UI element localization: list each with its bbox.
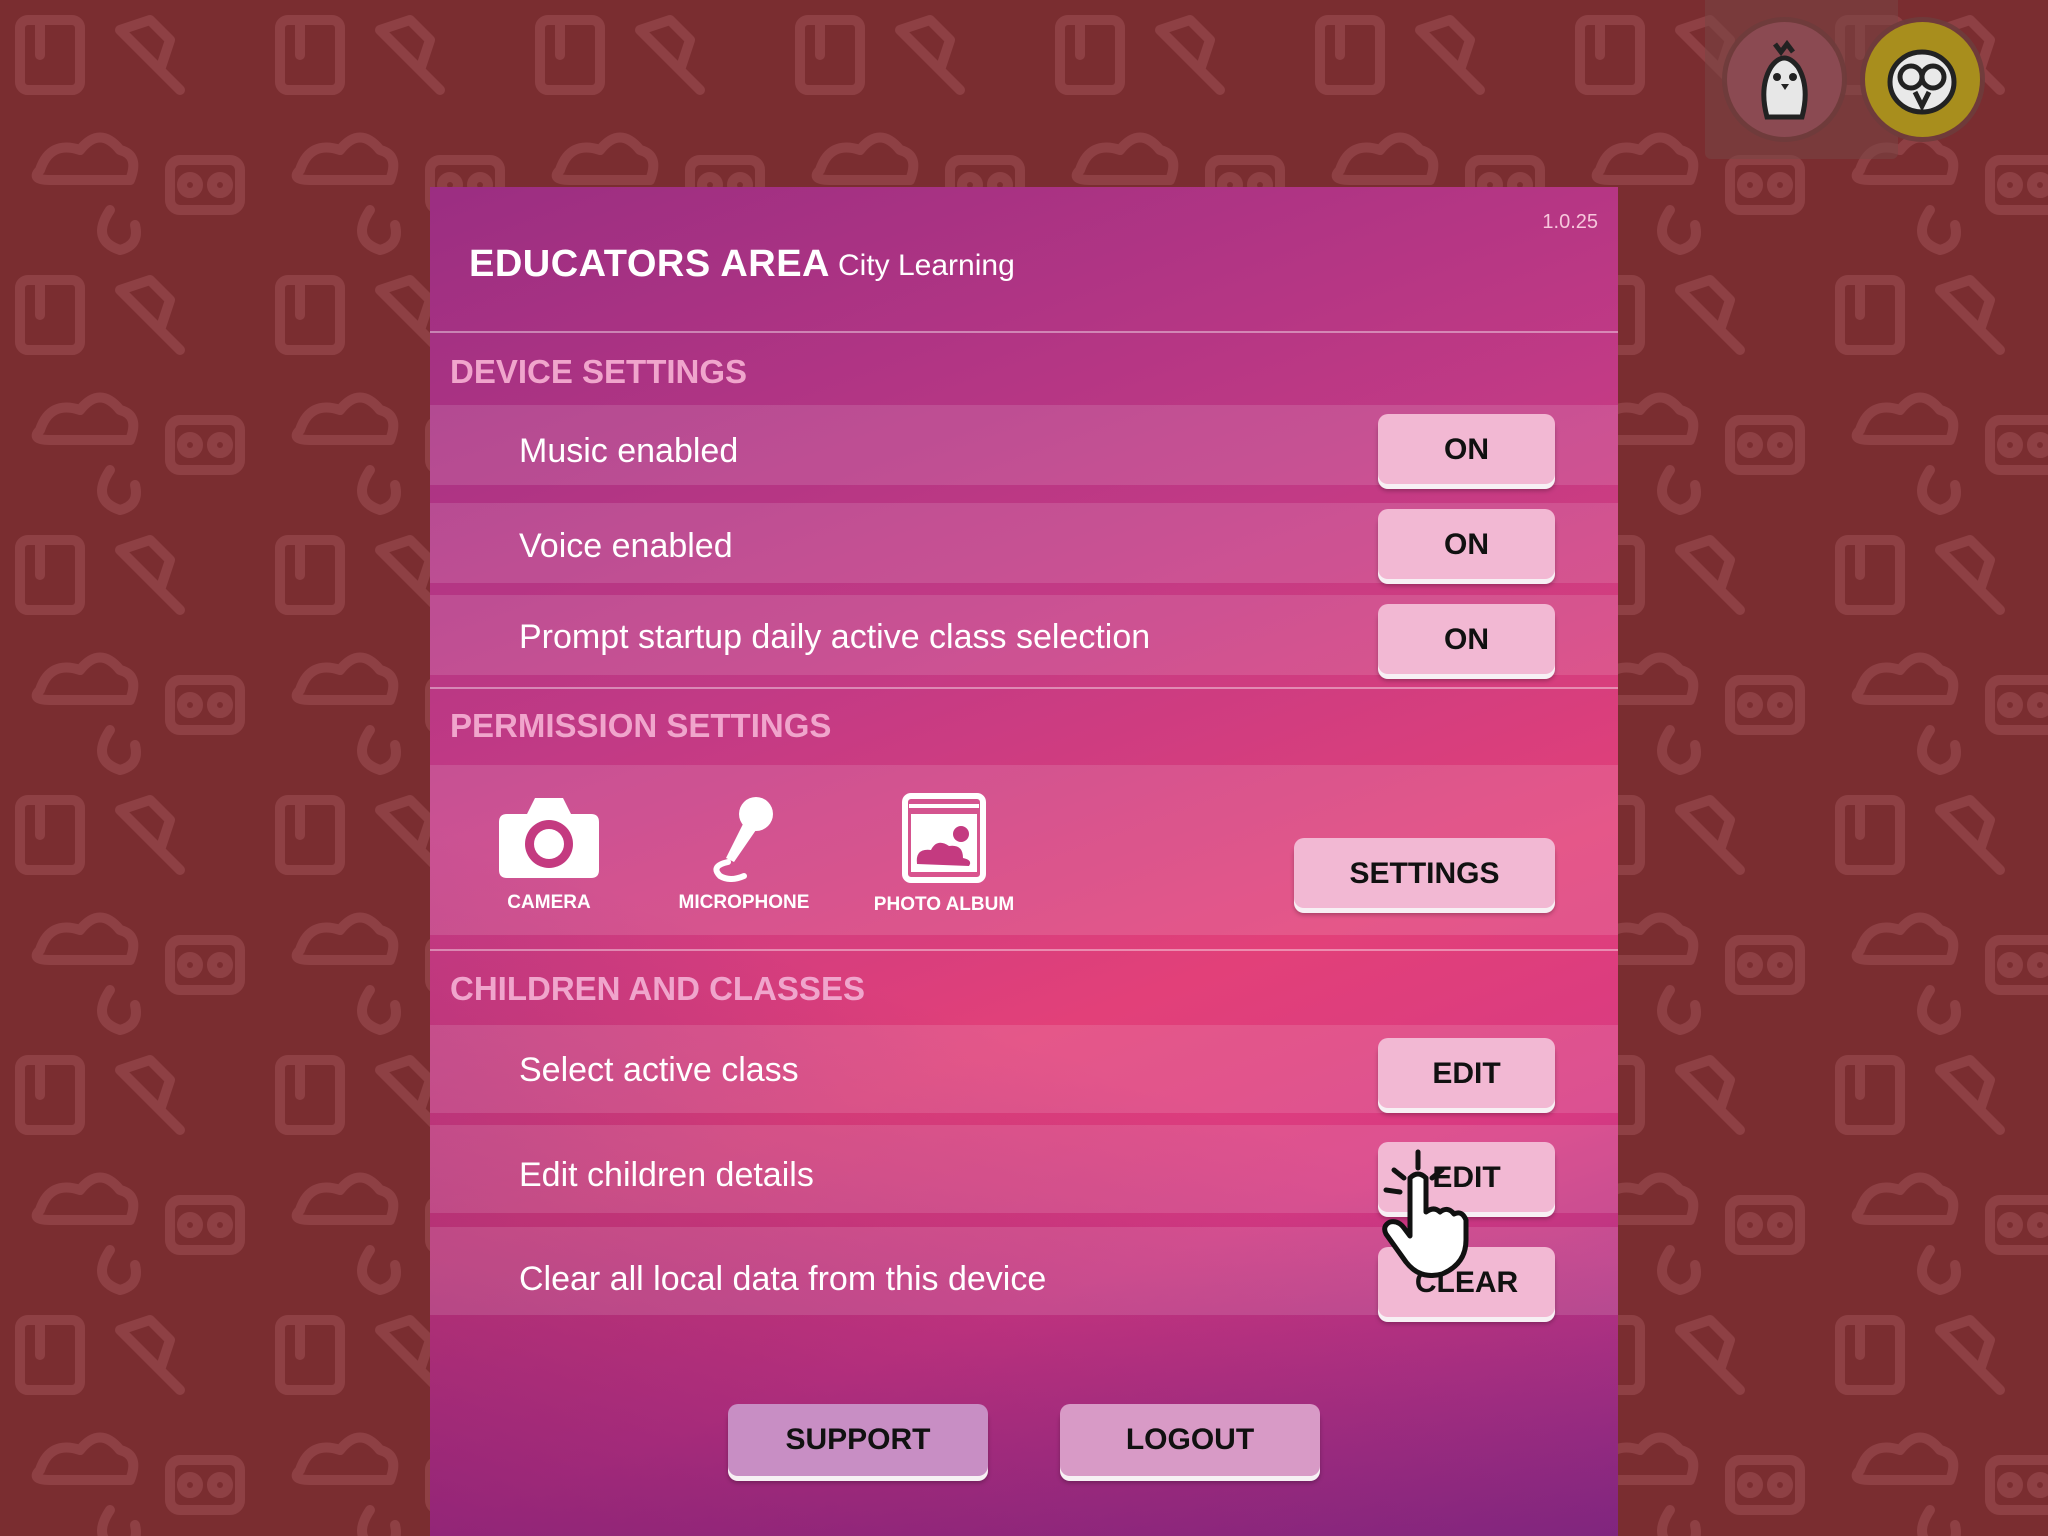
page-title: EDUCATORS AREA [469,243,830,285]
prompt-startup-label: Prompt startup daily active class select… [519,618,1151,656]
music-enabled-label: Music enabled [519,432,739,470]
children-classes-title: CHILDREN AND CLASSES [450,970,865,1007]
photo-album-label: PHOTO ALBUM [873,894,1015,915]
chick-avatar-icon[interactable] [1727,22,1842,137]
hand-pointer-icon [1382,1149,1469,1278]
camera-icon [499,798,599,878]
music-toggle-button[interactable]: ON [1378,414,1555,484]
photo-album-icon [902,793,986,883]
clear-local-data-label: Clear all local data from this device [519,1260,1047,1298]
divider [430,687,1618,689]
owl-avatar-icon[interactable] [1865,22,1980,137]
prompt-startup-toggle-button[interactable]: ON [1378,604,1555,674]
permission-settings-title: PERMISSION SETTINGS [450,707,832,744]
support-button[interactable]: SUPPORT [728,1404,988,1476]
microphone-permission[interactable]: MICROPHONE [659,792,829,914]
voice-enabled-label: Voice enabled [519,527,733,565]
camera-permission[interactable]: CAMERA [464,792,634,914]
page-subtitle: City Learning [838,249,1015,282]
select-active-class-label: Select active class [519,1051,799,1089]
educators-panel: 1.0.25 EDUCATORS AREA City Learning DEVI… [430,187,1618,1536]
avatar-tray [1705,0,1980,159]
edit-children-details-label: Edit children details [519,1156,814,1194]
voice-toggle-button[interactable]: ON [1378,509,1555,579]
microphone-icon [713,797,773,882]
version-label: 1.0.25 [1542,211,1598,233]
camera-label: CAMERA [507,892,591,913]
device-settings-title: DEVICE SETTINGS [450,353,748,390]
permission-settings-button[interactable]: SETTINGS [1294,838,1555,908]
photo-album-permission[interactable]: PHOTO ALBUM [859,792,1029,916]
select-active-class-edit-button[interactable]: EDIT [1378,1038,1555,1108]
logout-button[interactable]: LOGOUT [1060,1404,1320,1476]
microphone-label: MICROPHONE [678,892,810,913]
divider [430,331,1618,333]
divider [430,949,1618,951]
